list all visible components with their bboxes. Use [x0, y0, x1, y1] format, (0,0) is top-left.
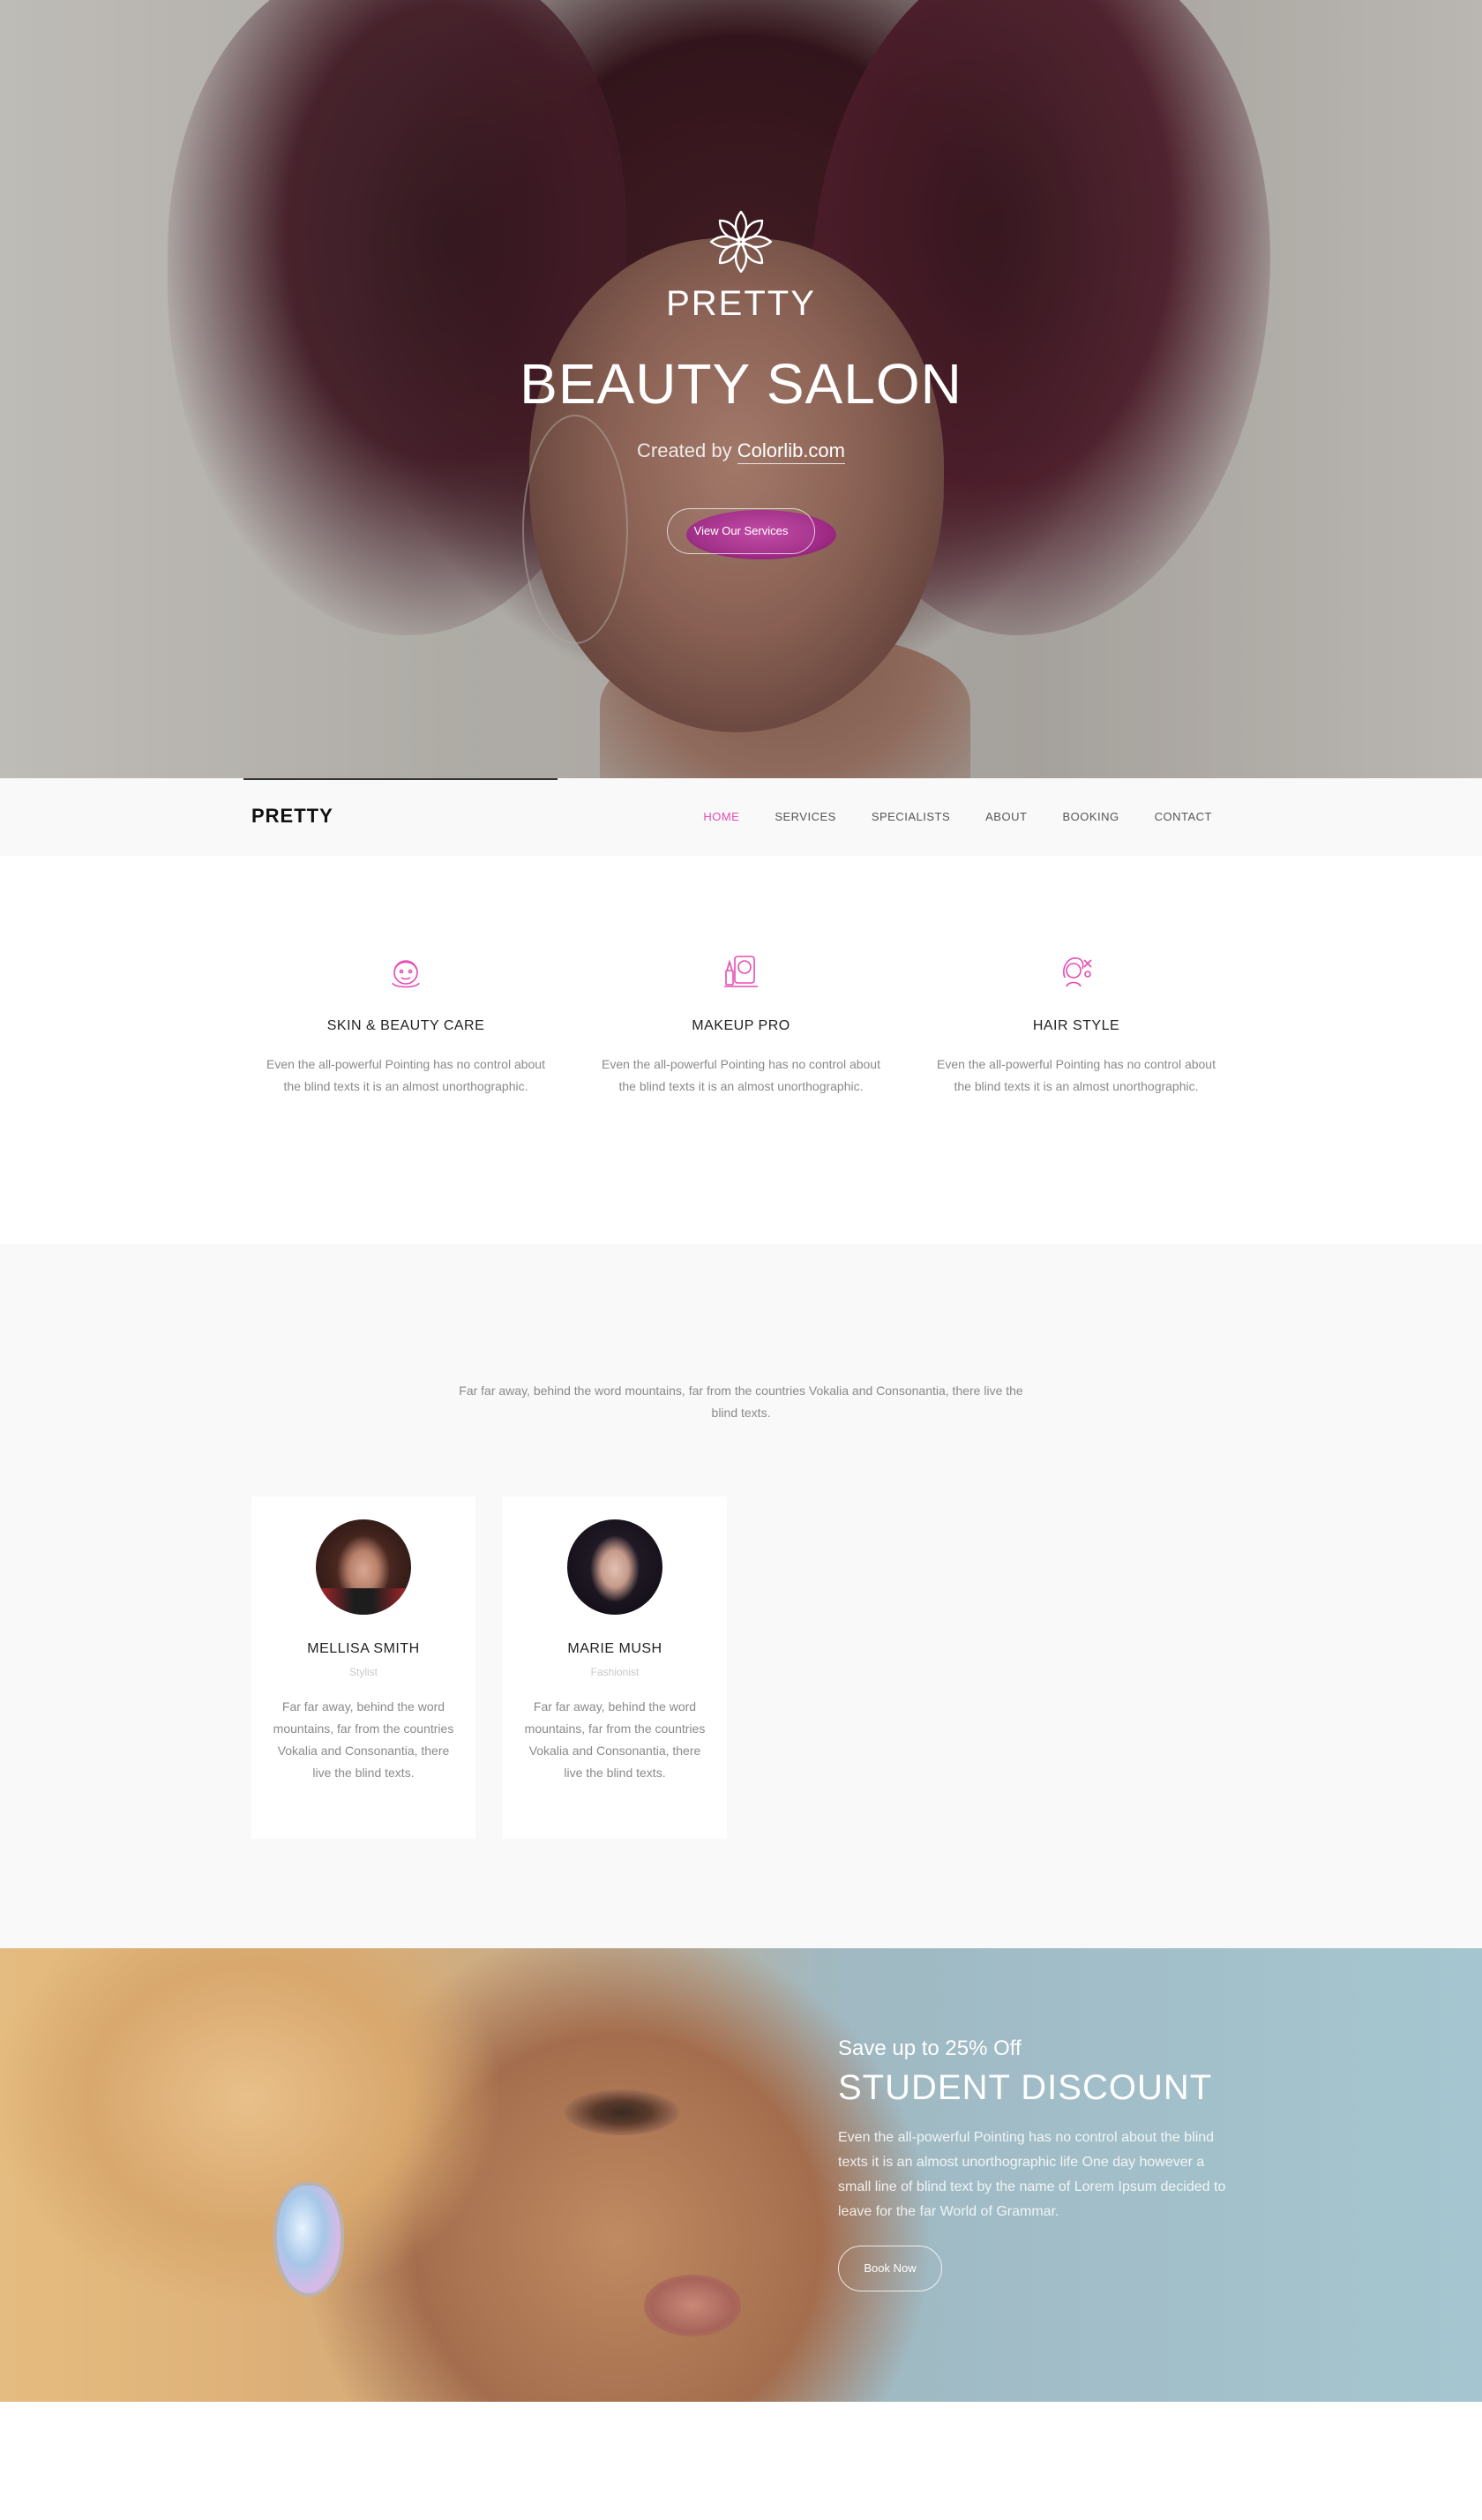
service-description: Even the all-powerful Pointing has no co…	[602, 1057, 880, 1093]
hero-content: PRETTY BEAUTY SALON Created by Colorlib.…	[0, 0, 1482, 778]
makeup-icon	[724, 956, 758, 987]
navbar-brand[interactable]: PRETTY	[251, 805, 333, 828]
service-description: Even the all-powerful Pointing has no co…	[266, 1057, 545, 1093]
promo-title: STUDENT DISCOUNT	[838, 2068, 1213, 2107]
service-title: HAIR STYLE	[1032, 1018, 1120, 1033]
specialist-card[interactable]: MARIE MUSH Fashionist Far far away, behi…	[503, 1496, 727, 1839]
promo-kicker: Save up to 25% Off	[838, 2036, 1022, 2060]
promo-content: Save up to 25% Off STUDENT DISCOUNT Even…	[838, 2036, 1235, 2291]
promo-photo-earring	[273, 2182, 344, 2297]
service-title: MAKEUP PRO	[692, 1018, 790, 1033]
main-navbar: PRETTY HOME SERVICES SPECIALISTS ABOUT B…	[0, 778, 1482, 856]
hero-subtitle-prefix: Created by	[637, 439, 737, 461]
nav-item-booking[interactable]: BOOKING	[1062, 810, 1119, 823]
nav-progress-line	[243, 778, 558, 780]
service-makeup-pro: MAKEUP PRO Even the all-powerful Pointin…	[600, 951, 882, 1098]
student-discount-section: Save up to 25% Off STUDENT DISCOUNT Even…	[0, 1948, 1482, 2402]
hero-section: PRETTY BEAUTY SALON Created by Colorlib.…	[0, 0, 1482, 778]
nav-item-specialists[interactable]: SPECIALISTS	[872, 810, 950, 823]
lotus-icon	[709, 210, 773, 274]
hero-title: BEAUTY SALON	[520, 352, 962, 416]
specialist-role: Fashionist	[590, 1666, 640, 1678]
nav-menu: HOME SERVICES SPECIALISTS ABOUT BOOKING …	[668, 810, 1212, 823]
service-skin-beauty: SKIN & BEAUTY CARE Even the all-powerful…	[265, 951, 547, 1098]
specialist-bio: Far far away, behind the word mountains,…	[273, 1699, 454, 1780]
nav-item-home[interactable]: HOME	[703, 810, 739, 823]
specialist-bio: Far far away, behind the word mountains,…	[524, 1699, 706, 1780]
services-section: SKIN & BEAUTY CARE Even the all-powerful…	[0, 856, 1482, 1244]
page-bottom-space	[0, 2402, 1482, 2520]
specialists-section: Far far away, behind the word mountains,…	[0, 1244, 1482, 1948]
promo-photo	[0, 1948, 1482, 2402]
promo-text: Even the all-powerful Pointing has no co…	[838, 2130, 1226, 2219]
specialist-role: Stylist	[348, 1666, 378, 1678]
specialist-name: MARIE MUSH	[567, 1641, 662, 1656]
face-care-icon	[392, 960, 420, 988]
service-hair-style: HAIR STYLE Even the all-powerful Pointin…	[935, 951, 1217, 1098]
view-services-button[interactable]: View Our Services	[667, 508, 815, 554]
specialists-intro: Far far away, behind the word mountains,…	[459, 1384, 1023, 1420]
nav-item-about[interactable]: ABOUT	[985, 810, 1027, 823]
promo-photo-eye	[565, 2089, 679, 2135]
service-title: SKIN & BEAUTY CARE	[326, 1018, 485, 1033]
specialist-card[interactable]: MELLISA SMITH Stylist Far far away, behi…	[251, 1496, 475, 1839]
avatar	[316, 1519, 411, 1615]
nav-item-contact[interactable]: CONTACT	[1155, 810, 1212, 823]
book-now-button[interactable]: Book Now	[838, 2246, 942, 2291]
hero-brand: PRETTY	[666, 284, 816, 323]
promo-photo-lips	[644, 2275, 741, 2336]
nav-item-services[interactable]: SERVICES	[775, 810, 836, 823]
colorlib-link[interactable]: Colorlib.com	[737, 439, 845, 464]
specialist-name: MELLISA SMITH	[307, 1641, 420, 1656]
avatar	[567, 1519, 662, 1615]
hero-subtitle: Created by Colorlib.com	[0, 439, 1482, 464]
avatar-clothing	[316, 1588, 411, 1615]
service-description: Even the all-powerful Pointing has no co…	[937, 1057, 1216, 1093]
hair-style-icon	[1063, 957, 1092, 987]
